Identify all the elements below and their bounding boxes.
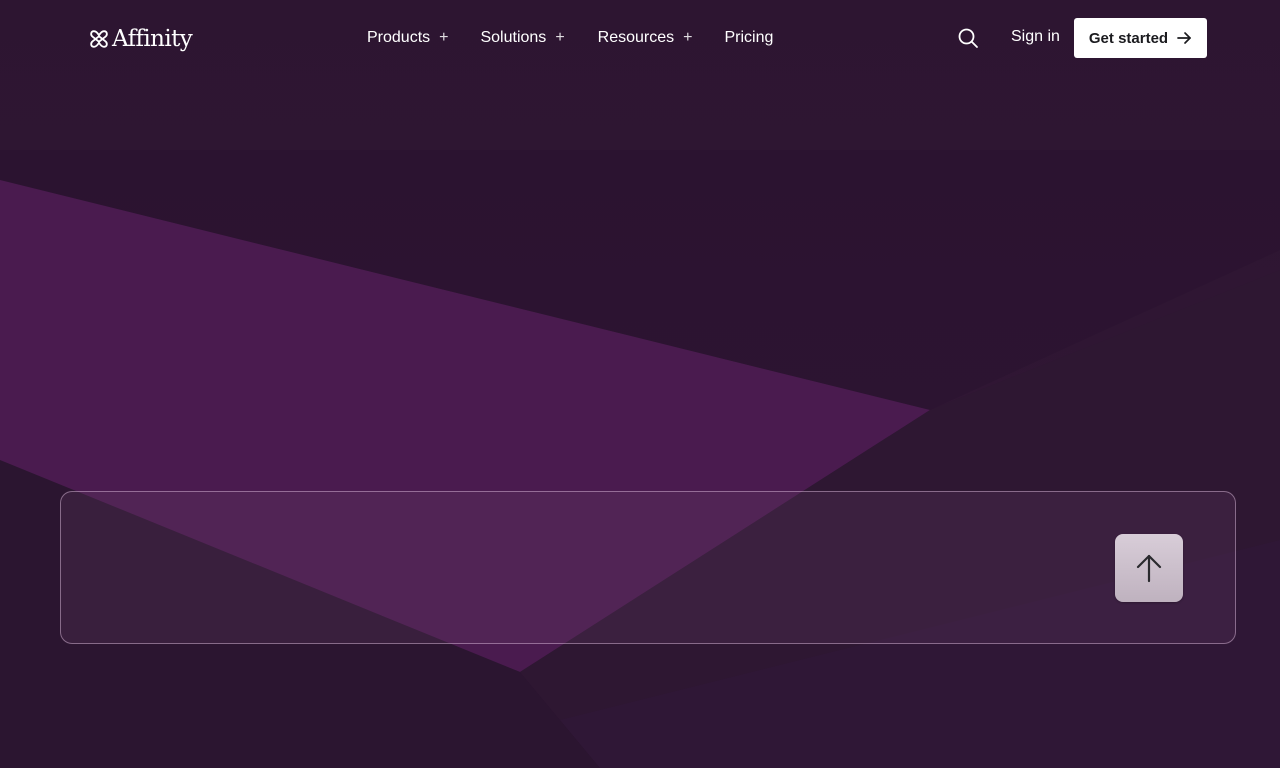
plus-icon: + <box>439 29 449 46</box>
search-button[interactable] <box>957 27 979 49</box>
nav-item-solutions[interactable]: Solutions + <box>480 29 564 47</box>
nav-item-label: Solutions <box>480 29 547 46</box>
brand-name: Affinity <box>112 26 193 52</box>
affinity-logo[interactable]: Affinity <box>88 24 193 54</box>
prompt-box <box>60 491 1236 644</box>
arrow-up-icon <box>1136 554 1162 583</box>
plus-icon: + <box>555 29 565 46</box>
plus-icon: + <box>683 29 693 46</box>
hero-background <box>0 0 1280 768</box>
top-navigation: Affinity Products + Solutions + Resource… <box>0 0 1280 78</box>
nav-item-products[interactable]: Products + <box>367 29 448 47</box>
nav-item-label: Pricing <box>724 29 774 46</box>
nav-item-label: Resources <box>597 29 675 46</box>
affinity-logo-icon <box>90 30 108 48</box>
nav-item-label: Products <box>367 29 431 46</box>
sign-in-link[interactable]: Sign in <box>1011 28 1060 46</box>
arrow-right-icon <box>1177 32 1191 44</box>
nav-item-resources[interactable]: Resources + <box>598 29 693 47</box>
nav-item-pricing[interactable]: Pricing <box>724 29 773 47</box>
get-started-button[interactable]: Get started <box>1074 18 1207 58</box>
send-button[interactable] <box>1115 534 1183 602</box>
search-icon <box>958 28 978 48</box>
prompt-input[interactable] <box>85 512 1099 626</box>
get-started-label: Get started <box>1088 29 1169 47</box>
main-menu: Products + Solutions + Resources + Prici… <box>367 27 773 49</box>
